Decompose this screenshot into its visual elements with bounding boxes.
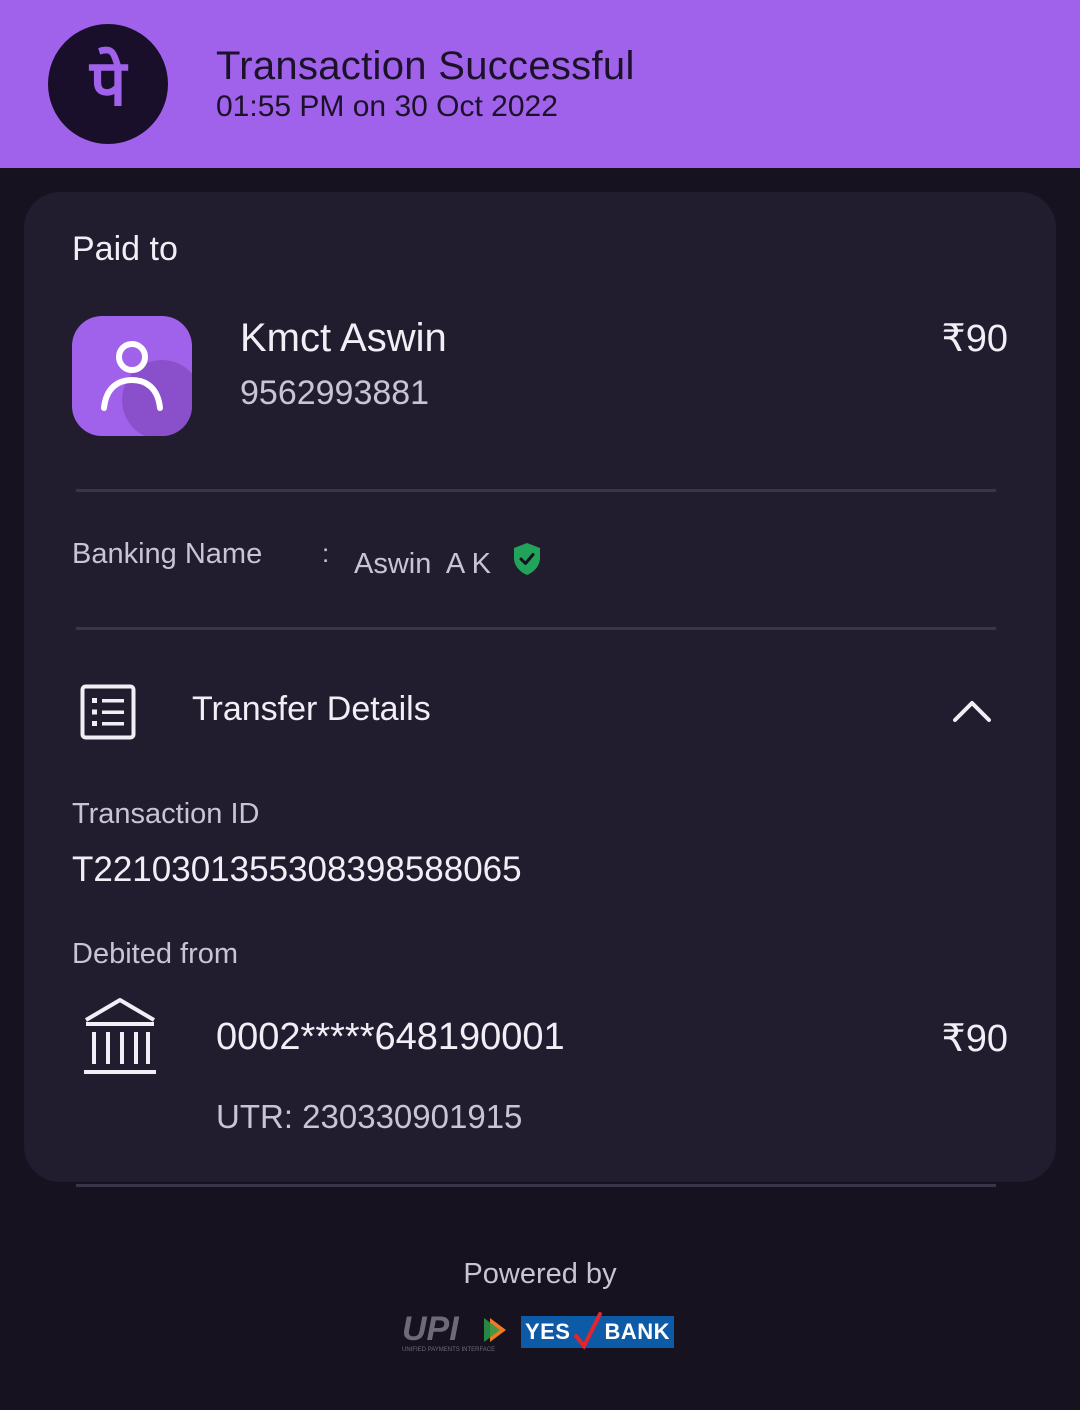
bank-icon (82, 996, 158, 1078)
banking-name-value: Aswin A K (354, 548, 492, 580)
transaction-timestamp: 01:55 PM on 30 Oct 2022 (216, 90, 558, 123)
header-bar: पे Transaction Successful 01:55 PM on 30… (0, 0, 1080, 168)
yes-bank-logo-text-1: YES (524, 1319, 571, 1344)
banking-name-label: Banking Name (72, 538, 263, 570)
debited-account-number: 0002*****648190001 (216, 1016, 565, 1058)
transaction-status-title: Transaction Successful (216, 44, 635, 88)
debited-from-label: Debited from (72, 938, 239, 970)
payee-name: Kmct Aswin (240, 316, 447, 360)
paid-amount: ₹90 (941, 318, 1008, 360)
person-avatar-icon[interactable] (72, 316, 192, 436)
transaction-id-value[interactable]: T2210301355308398588065 (72, 850, 522, 890)
list-icon (80, 684, 136, 740)
utr-number[interactable]: UTR: 230330901915 (216, 1098, 522, 1136)
upi-logo: UPI UNIFIED PAYMENTS INTERFACE (400, 1310, 512, 1354)
yes-bank-logo: YES BANK (521, 1312, 674, 1350)
upi-logo-text: UPI (402, 1310, 460, 1348)
divider (76, 1184, 996, 1187)
powered-by-label: Powered by (463, 1258, 617, 1290)
transaction-id-label: Transaction ID (72, 798, 260, 830)
banking-name-separator: : (322, 538, 330, 568)
transaction-card: Paid to Kmct Aswin 9562993881 ₹90 Bankin… (24, 192, 1056, 1182)
chevron-up-icon[interactable] (952, 696, 992, 724)
yes-bank-logo-text-2: BANK (604, 1319, 671, 1344)
transfer-details-title[interactable]: Transfer Details (192, 690, 431, 729)
divider (76, 489, 996, 492)
divider (76, 627, 996, 630)
phonepe-logo-icon: पे (48, 24, 168, 144)
paid-to-label: Paid to (72, 230, 178, 268)
logo-glyph: पे (89, 47, 127, 121)
upi-logo-caption: UNIFIED PAYMENTS INTERFACE (402, 1347, 495, 1353)
verified-shield-icon (512, 542, 542, 576)
payee-phone: 9562993881 (240, 374, 430, 412)
debited-amount: ₹90 (941, 1018, 1008, 1060)
